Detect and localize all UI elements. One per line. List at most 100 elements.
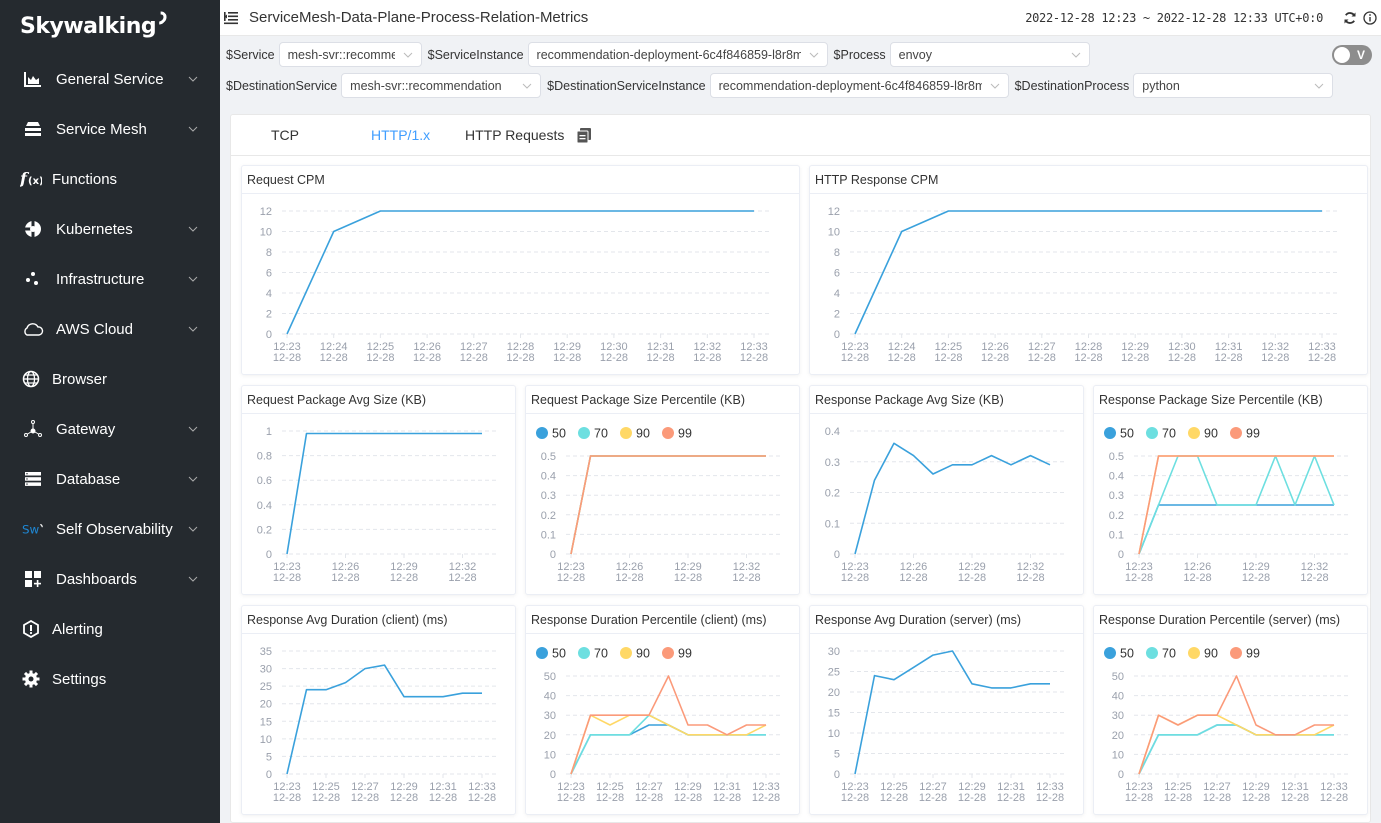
legend-marker-50[interactable] xyxy=(1104,427,1116,439)
chart-resp-dur-client[interactable]: 0510152025303512:2312-2812:2512-2812:271… xyxy=(242,635,515,814)
chart-resp-dur-server[interactable]: 05101520253012:2312-2812:2512-2812:2712-… xyxy=(810,635,1083,814)
chart-req-pkg-pct[interactable]: 00.10.20.30.40.512:2312-2812:2612-2812:2… xyxy=(526,415,799,594)
legend-label-99[interactable]: 99 xyxy=(1246,647,1260,661)
legend-label-70[interactable]: 70 xyxy=(594,647,608,661)
legend-label-50[interactable]: 50 xyxy=(1120,427,1134,441)
sidebar-item-kubernetes[interactable]: Kubernetes xyxy=(0,209,220,249)
series-line-50[interactable] xyxy=(570,724,766,775)
chart-area-icon xyxy=(22,69,44,89)
x-tick-date: 12-28 xyxy=(1121,352,1149,364)
destination-service-select[interactable]: mesh-svr::recommendation xyxy=(341,73,542,98)
service-instance-select[interactable]: recommendation-deployment-6c4f846859-l8r… xyxy=(527,42,828,67)
chart-title: HTTP Response CPM xyxy=(810,166,1367,194)
view-mode-toggle[interactable]: V xyxy=(1332,45,1372,65)
sidebar-item-service-mesh[interactable]: Service Mesh xyxy=(0,109,220,149)
refresh-icon[interactable] xyxy=(1343,11,1357,25)
legend-marker-99[interactable] xyxy=(1230,647,1242,659)
legend-label-99[interactable]: 99 xyxy=(678,427,692,441)
sidebar-item-functions[interactable]: f(x) Functions xyxy=(0,159,220,199)
destination-service-instance-select[interactable]: recommendation-deployment-6c4f846859-l8r… xyxy=(709,73,1009,98)
copy-icon[interactable] xyxy=(576,127,592,144)
sidebar-item-gateway[interactable]: Gateway xyxy=(0,409,220,449)
series-line-70[interactable] xyxy=(570,455,766,555)
info-icon[interactable] xyxy=(1363,11,1377,25)
legend-label-90[interactable]: 90 xyxy=(1204,427,1218,441)
sidebar-item-dashboards[interactable]: Dashboards xyxy=(0,559,220,599)
series-line-value[interactable] xyxy=(286,664,482,775)
sidebar-item-infrastructure[interactable]: Infrastructure xyxy=(0,259,220,299)
chart-resp-cpm[interactable]: 02468101212:2312-2812:2412-2812:2512-281… xyxy=(810,195,1367,374)
destination-process-select[interactable]: python xyxy=(1133,73,1334,98)
tab-tcp[interactable]: TCP xyxy=(271,127,299,143)
sidebar-item-self-observability[interactable]: Sw Self Observability xyxy=(0,509,220,549)
legend-marker-99[interactable] xyxy=(1230,427,1242,439)
y-tick-label: 20 xyxy=(260,699,272,711)
legend-marker-50[interactable] xyxy=(536,647,548,659)
series-line-value[interactable] xyxy=(286,432,482,555)
sidebar-item-browser[interactable]: Browser xyxy=(0,359,220,399)
series-line-50[interactable] xyxy=(570,455,766,555)
legend-label-90[interactable]: 90 xyxy=(1204,647,1218,661)
skywalking-logo[interactable]: Skywalking xyxy=(20,8,170,39)
x-tick-date: 12-28 xyxy=(674,792,702,804)
sidebar-item-label: Database xyxy=(56,470,121,488)
legend-label-50[interactable]: 50 xyxy=(552,647,566,661)
y-tick-label: 12 xyxy=(828,206,840,218)
chart-req-cpm[interactable]: 02468101212:2312-2812:2412-2812:2512-281… xyxy=(242,195,799,374)
legend-marker-70[interactable] xyxy=(578,647,590,659)
chart-resp-pkg-avg[interactable]: 00.10.20.30.412:2312-2812:2612-2812:2912… xyxy=(810,415,1083,594)
time-range[interactable]: 2022-12-28 12:23 ~ 2022-12-28 12:33 UTC+… xyxy=(1025,11,1323,25)
legend-marker-70[interactable] xyxy=(1146,427,1158,439)
chart-req-pkg-avg[interactable]: 00.20.40.60.8112:2312-2812:2612-2812:291… xyxy=(242,415,515,594)
series-line-99[interactable] xyxy=(570,455,766,555)
y-tick-label: 30 xyxy=(544,710,556,722)
sidebar-item-database[interactable]: Database xyxy=(0,459,220,499)
sidebar-item-settings[interactable]: Settings xyxy=(0,659,220,699)
y-tick-label: 5 xyxy=(834,749,840,761)
series-line-value[interactable] xyxy=(854,442,1051,555)
legend-label-70[interactable]: 70 xyxy=(1162,427,1176,441)
x-tick-date: 12-28 xyxy=(1074,352,1102,364)
x-tick-date: 12-28 xyxy=(958,792,986,804)
legend-marker-50[interactable] xyxy=(1104,647,1116,659)
legend-marker-99[interactable] xyxy=(662,427,674,439)
tab-http1x[interactable]: HTTP/1.x xyxy=(371,127,430,143)
series-line-70[interactable] xyxy=(570,714,766,775)
legend-label-90[interactable]: 90 xyxy=(636,647,650,661)
process-select[interactable]: envoy xyxy=(889,42,1090,67)
legend-marker-99[interactable] xyxy=(662,647,674,659)
legend-marker-90[interactable] xyxy=(1188,427,1200,439)
x-tick-date: 12-28 xyxy=(553,352,581,364)
series-line-90[interactable] xyxy=(1138,714,1335,775)
legend-label-50[interactable]: 50 xyxy=(1120,647,1134,661)
legend-label-99[interactable]: 99 xyxy=(678,647,692,661)
legend-label-99[interactable]: 99 xyxy=(1246,427,1260,441)
sidebar-item-alerting[interactable]: Alerting xyxy=(0,609,220,649)
legend-label-70[interactable]: 70 xyxy=(594,427,608,441)
legend-marker-70[interactable] xyxy=(1146,647,1158,659)
chart-resp-dur-pct-server[interactable]: 0102030405012:2312-2812:2512-2812:2712-2… xyxy=(1094,635,1367,814)
tab-http-requests[interactable]: HTTP Requests xyxy=(465,127,564,143)
series-line-50[interactable] xyxy=(1138,724,1334,775)
legend-label-70[interactable]: 70 xyxy=(1162,647,1176,661)
chart-resp-dur-pct-client[interactable]: 0102030405012:2312-2812:2512-2812:2712-2… xyxy=(526,635,799,814)
x-tick-date: 12-28 xyxy=(732,572,760,584)
legend-label-50[interactable]: 50 xyxy=(552,427,566,441)
chart-resp-pkg-pct[interactable]: 00.10.20.30.40.512:2312-2812:2612-2812:2… xyxy=(1094,415,1367,594)
legend-marker-70[interactable] xyxy=(578,427,590,439)
service-select[interactable]: mesh-svr::recommendation xyxy=(278,42,422,67)
legend-label-90[interactable]: 90 xyxy=(636,427,650,441)
sidebar-item-general-service[interactable]: General Service xyxy=(0,59,220,99)
series-line-50[interactable] xyxy=(1138,504,1334,555)
x-tick-date: 12-28 xyxy=(273,572,301,584)
series-line-90[interactable] xyxy=(570,455,766,555)
legend-marker-50[interactable] xyxy=(536,427,548,439)
legend-marker-90[interactable] xyxy=(620,647,632,659)
series-line-90[interactable] xyxy=(570,714,767,775)
sidebar-item-aws-cloud[interactable]: AWS Cloud xyxy=(0,309,220,349)
legend-marker-90[interactable] xyxy=(1188,647,1200,659)
x-tick-date: 12-28 xyxy=(981,352,1009,364)
menu-fold-icon[interactable] xyxy=(223,11,239,25)
legend-marker-90[interactable] xyxy=(620,427,632,439)
series-line-70[interactable] xyxy=(1138,724,1334,775)
